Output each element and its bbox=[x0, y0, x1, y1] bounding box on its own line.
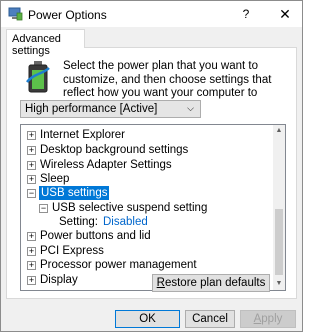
scrollbar-thumb[interactable] bbox=[275, 209, 283, 275]
power-plan-value: High performance [Active] bbox=[25, 103, 158, 115]
tree-item-label: Power buttons and lid bbox=[40, 230, 151, 242]
tab-advanced-settings[interactable]: Advanced settings bbox=[6, 29, 85, 57]
expand-icon[interactable]: + bbox=[27, 261, 36, 270]
cancel-button[interactable]: Cancel bbox=[185, 310, 235, 328]
battery-icon bbox=[25, 60, 51, 94]
scroll-down-icon[interactable]: ▼ bbox=[273, 278, 285, 290]
restore-label: estore plan defaults bbox=[164, 277, 266, 289]
expand-icon[interactable]: + bbox=[27, 146, 36, 155]
tree-item-label: Sleep bbox=[40, 173, 70, 185]
expand-icon[interactable]: + bbox=[27, 131, 36, 140]
tree-item-label: PCI Express bbox=[40, 245, 104, 257]
tree-item-label: USB settings bbox=[39, 186, 110, 200]
expand-icon[interactable]: + bbox=[27, 276, 36, 285]
expand-icon[interactable]: + bbox=[27, 161, 36, 170]
setting-label: Setting: bbox=[59, 216, 98, 228]
title-bar: Power Options ? ✕ bbox=[1, 1, 302, 27]
tree-scrollbar[interactable]: ▲ ▼ bbox=[273, 125, 285, 290]
expand-icon[interactable]: + bbox=[27, 232, 36, 241]
apply-button[interactable]: Apply bbox=[240, 310, 296, 328]
advanced-settings-panel: Select the power plan that you want to c… bbox=[6, 47, 297, 299]
restore-accel: R bbox=[156, 277, 165, 289]
power-options-window: Power Options ? ✕ Advanced settings Sele… bbox=[0, 0, 303, 332]
tree-item-label: USB selective suspend setting bbox=[52, 202, 208, 214]
power-plan-select[interactable]: High performance [Active] ⌵ bbox=[20, 100, 201, 118]
expand-icon[interactable]: + bbox=[27, 247, 36, 256]
apply-label: pply bbox=[261, 313, 283, 325]
settings-tree[interactable]: + Internet Explorer + Desktop background… bbox=[20, 124, 286, 291]
chevron-down-icon: ⌵ bbox=[187, 103, 194, 113]
window-title: Power Options bbox=[28, 8, 107, 22]
ok-button[interactable]: OK bbox=[115, 310, 180, 328]
restore-plan-defaults-button[interactable]: Restore plan defaults bbox=[152, 274, 270, 292]
help-button[interactable]: ? bbox=[231, 1, 261, 27]
tree-item-label: Wireless Adapter Settings bbox=[40, 159, 172, 171]
setting-value-link[interactable]: Disabled bbox=[103, 215, 148, 229]
collapse-icon[interactable]: − bbox=[27, 189, 36, 198]
close-button[interactable]: ✕ bbox=[270, 1, 300, 27]
collapse-icon[interactable]: − bbox=[39, 204, 48, 213]
tree-item-label: Processor power management bbox=[40, 259, 197, 271]
power-options-icon bbox=[8, 7, 23, 21]
tree-item-label: Desktop background settings bbox=[40, 144, 189, 156]
tree-item-label: Internet Explorer bbox=[40, 129, 126, 141]
expand-icon[interactable]: + bbox=[27, 175, 36, 184]
tree-item-label: Display bbox=[40, 274, 78, 286]
scroll-up-icon[interactable]: ▲ bbox=[273, 125, 285, 137]
